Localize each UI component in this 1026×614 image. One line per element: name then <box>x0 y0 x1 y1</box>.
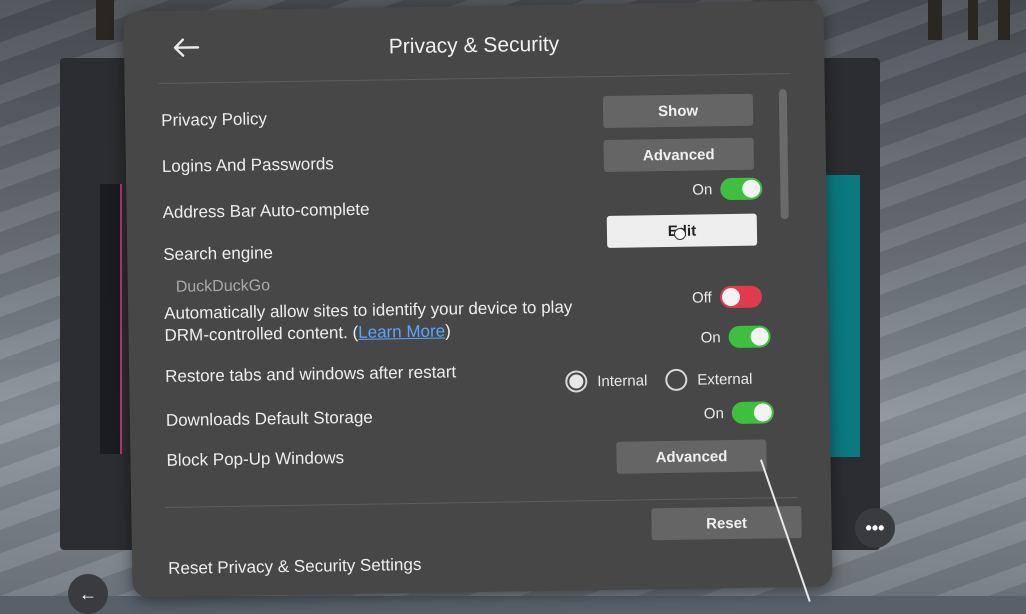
tree-trunk <box>998 0 1010 40</box>
radio-selected-dot <box>569 374 584 389</box>
block-popups-label: Block Pop-Up Windows <box>166 448 345 470</box>
reset-settings-label: Reset Privacy & Security Settings <box>168 554 422 578</box>
privacy-policy-show-button[interactable]: Show <box>602 93 754 129</box>
downloads-storage-label: Downloads Default Storage <box>165 407 373 430</box>
tree-trunk <box>968 0 978 40</box>
drm-label: Automatically allow sites to identify yo… <box>164 297 573 347</box>
downloads-storage-radio-group: Internal External <box>565 368 752 393</box>
address-bar-autocomplete-label: Address Bar Auto-complete <box>162 199 370 222</box>
restore-tabs-toggle[interactable] <box>728 325 771 349</box>
more-horizontal-icon: ••• <box>865 517 885 538</box>
drm-label-suffix: ) <box>444 321 451 341</box>
popups-advanced-button[interactable]: Advanced <box>616 439 767 474</box>
browser-back-button[interactable]: ← <box>68 574 108 614</box>
drm-toggle-group: Off <box>691 285 762 309</box>
logins-advanced-button[interactable]: Advanced <box>603 137 755 173</box>
reset-divider <box>165 497 798 508</box>
address-bar-autocomplete-toggle[interactable] <box>720 177 763 201</box>
radio-external[interactable] <box>665 368 688 392</box>
toggle-knob <box>721 287 740 307</box>
toggle-state-text: On <box>703 404 724 422</box>
more-options-button[interactable]: ••• <box>855 508 895 548</box>
toggle-state-text: On <box>700 328 721 347</box>
drm-toggle[interactable] <box>719 285 762 309</box>
arrow-left-icon: ← <box>79 583 97 604</box>
toggle-knob <box>742 179 761 198</box>
restore-tabs-label: Restore tabs and windows after restart <box>165 362 457 386</box>
search-engine-value: DuckDuckGo <box>175 277 271 296</box>
privacy-policy-label: Privacy Policy <box>161 109 268 130</box>
logins-passwords-label: Logins And Passwords <box>161 154 335 176</box>
privacy-security-dialog: Privacy & Security Privacy Policy Show L… <box>123 0 833 598</box>
drm-label-prefix: DRM-controlled content. ( <box>164 322 359 345</box>
restore-tabs-toggle-group: On <box>700 325 771 349</box>
search-engine-label: Search engine <box>163 243 274 264</box>
scrollbar[interactable] <box>778 89 789 220</box>
radio-internal[interactable] <box>565 370 588 393</box>
radio-internal-label: Internal <box>597 371 648 390</box>
background-page-art <box>100 184 122 454</box>
toggle-state-text: On <box>692 180 713 199</box>
toggle-knob <box>753 403 772 422</box>
dialog-header: Privacy & Security <box>123 1 824 84</box>
tree-trunk <box>96 0 114 40</box>
address-bar-toggle-group: On <box>692 177 763 201</box>
tree-trunk <box>928 0 942 40</box>
block-popups-toggle[interactable] <box>731 401 775 425</box>
page-title: Privacy & Security <box>388 32 560 59</box>
learn-more-link[interactable]: Learn More <box>358 322 445 342</box>
controller-cursor <box>674 228 686 240</box>
toggle-knob <box>750 327 769 346</box>
radio-external-label: External <box>697 370 753 389</box>
block-popups-toggle-group: On <box>703 401 775 425</box>
toggle-state-text: Off <box>691 288 712 307</box>
